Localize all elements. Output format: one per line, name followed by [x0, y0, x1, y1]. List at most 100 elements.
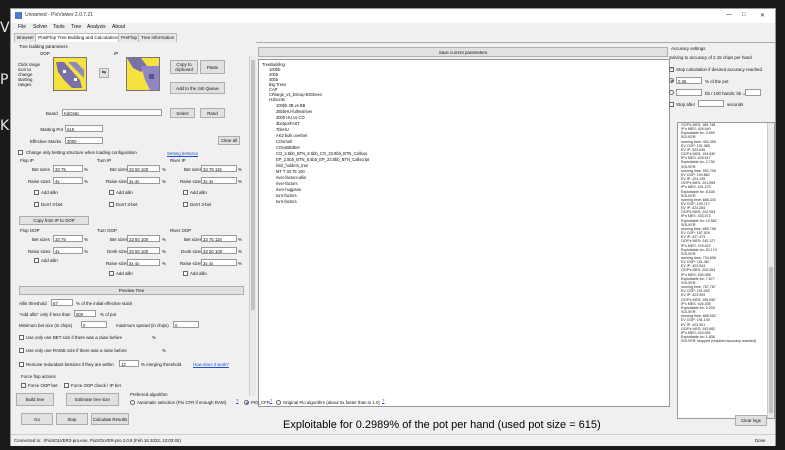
menu-analysis[interactable]: Analysis — [87, 24, 106, 30]
use-only-one-raise-checkbox[interactable] — [19, 348, 24, 353]
tree-item[interactable]: limit_holdem_tree — [276, 163, 308, 168]
bb100-input[interactable] — [676, 89, 702, 96]
close-icon[interactable]: ✕ — [760, 12, 765, 19]
turn-ip-bet-input[interactable]: 33 50 100 — [127, 165, 160, 172]
river-oop-bet-input[interactable]: 33 75 115 — [201, 235, 237, 242]
board-input[interactable]: KdQs6c — [62, 109, 162, 116]
maximize-icon[interactable]: □ — [742, 12, 746, 18]
force-oop-bet-checkbox[interactable] — [21, 383, 26, 388]
add-allin-only-input[interactable]: 500 — [74, 310, 96, 317]
tree-item[interactable]: MT T 33 75 100 — [276, 169, 305, 174]
flop-oop-bet-input[interactable]: 33 75 — [53, 235, 83, 242]
allin-threshold-input[interactable]: 67 — [51, 299, 73, 306]
minimize-icon[interactable]: — — [726, 12, 732, 18]
river-oop-raise-input[interactable]: 3x 4x — [201, 259, 237, 266]
save-parameters-button[interactable]: Save current parameters — [258, 47, 668, 57]
help-icon[interactable]: ? — [236, 398, 238, 403]
tree-item[interactable]: 100bb 3B vs BB — [276, 103, 305, 108]
river-ip-raise-input[interactable]: 3x 4x — [201, 177, 237, 184]
river-ip-add-allin-checkbox[interactable] — [183, 190, 188, 195]
flop-ip-add-allin-checkbox[interactable] — [34, 190, 39, 195]
ip-range-matrix[interactable] — [126, 57, 160, 91]
estimate-tree-size-button[interactable]: Estimate tree size — [66, 393, 119, 406]
tree-item[interactable]: EP_2.5bb_BTN_8.5bb_EP_23.8bb_BTN_Callscr… — [276, 157, 369, 162]
force-oop-check-checkbox[interactable] — [64, 383, 69, 388]
tab-preflop[interactable]: PreFlop — [118, 33, 141, 42]
use-only-one-bet-checkbox[interactable] — [19, 335, 24, 340]
tree-item[interactable]: CO_2.5bb_BTN_8.5bb_CO_23.8bb_BTN_Callsoo — [276, 151, 367, 156]
turn-oop-donk-input[interactable]: 33 50 100 — [127, 247, 160, 254]
tab-tree-information[interactable]: Tree information — [138, 33, 178, 42]
log-scroll-thumb[interactable] — [769, 267, 773, 413]
flop-ip-dont-3bet-checkbox[interactable] — [34, 202, 39, 207]
turn-ip-dont-3bet-checkbox[interactable] — [109, 202, 114, 207]
pio-cfr-radio[interactable] — [244, 400, 249, 405]
menu-about[interactable]: About — [112, 24, 125, 30]
preview-tree-button[interactable]: Preview Tree — [19, 286, 244, 295]
tree-item[interactable]: 3betpotFAST — [276, 121, 300, 126]
turn-oop-raise-input[interactable]: 3x 4x — [127, 259, 160, 266]
oop-range-matrix[interactable] — [53, 57, 87, 91]
flop-oop-raise-input[interactable]: 4x — [53, 247, 83, 254]
clear-all-button[interactable]: Clear all — [218, 136, 240, 145]
tree-item[interactable]: AK2 bulk overbet — [276, 133, 307, 138]
menu-solver[interactable]: Solver — [33, 24, 47, 30]
tree-item[interactable]: 3000 HU vs CO — [276, 115, 305, 120]
river-oop-add-allin-checkbox[interactable] — [183, 271, 188, 276]
bb100-radio[interactable] — [669, 90, 674, 95]
menu-file[interactable]: File — [18, 24, 26, 30]
build-tree-button[interactable]: Build tree — [16, 393, 54, 406]
tree-item[interactable]: turn-factors — [276, 193, 297, 198]
how-does-it-work-link[interactable]: How does it work? — [193, 362, 229, 367]
setting-betsizes-link[interactable]: Setting betsizes — [167, 151, 198, 156]
help-icon[interactable]: ? — [382, 398, 384, 403]
flop-ip-bet-input[interactable]: 33 75 — [53, 165, 83, 172]
calculate-results-button[interactable]: Calculate Results — [91, 413, 129, 425]
clear-logs-button[interactable]: Clear logs — [735, 415, 767, 426]
redundant-input[interactable]: 12 — [119, 360, 139, 367]
flop-oop-add-allin-checkbox[interactable] — [34, 258, 39, 263]
left-panel-scrollbar[interactable] — [249, 56, 256, 396]
remove-redundant-checkbox[interactable] — [19, 362, 24, 367]
tree-item[interactable]: COsmall — [276, 139, 292, 144]
starting-pot-input[interactable]: 615 — [65, 125, 103, 132]
tree-item[interactable]: river-factors-allin — [276, 175, 306, 180]
left-panel-scroll-thumb[interactable] — [251, 60, 255, 310]
turn-oop-bet-input[interactable]: 33 50 100 — [127, 235, 160, 242]
copy-to-clipboard-button[interactable]: Copy to clipboard — [170, 60, 198, 74]
menu-tree[interactable]: Tree — [71, 24, 81, 30]
min-bet-size-input[interactable]: 0 — [81, 321, 107, 328]
go-button[interactable]: Go — [21, 413, 53, 425]
tree-item[interactable]: turn-factors — [276, 199, 297, 204]
original-pio-radio[interactable] — [276, 400, 281, 405]
copy-ip-to-oop-button[interactable]: Copy from IP to OOP — [19, 216, 89, 225]
turn-ip-raise-input[interactable]: 3x 4x — [127, 177, 160, 184]
menu-tools[interactable]: Tools — [53, 24, 65, 30]
stop-button[interactable]: Stop — [56, 413, 88, 425]
effective-stacks-input[interactable]: 3000 — [65, 137, 103, 144]
tree-item[interactable]: H1lsonts — [269, 97, 285, 102]
pct-of-pot-input[interactable]: 0.35 — [676, 77, 702, 84]
tree-item[interactable]: river-factors — [276, 181, 298, 186]
tree-item[interactable]: COvsBB3bet — [276, 145, 300, 150]
select-board-button[interactable]: Select — [170, 108, 195, 118]
max-spread-input[interactable]: 0 — [173, 321, 199, 328]
stop-after-checkbox[interactable] — [669, 102, 674, 107]
stop-after-seconds-input[interactable] — [698, 100, 724, 107]
log-scrollbar[interactable] — [767, 123, 774, 418]
tree-item[interactable]: river-hugpane — [276, 187, 301, 192]
paste-button[interactable]: Paste — [200, 60, 225, 74]
stop-when-reached-checkbox[interactable] — [669, 66, 674, 72]
tree-item[interactable]: 7bbHU — [276, 127, 289, 132]
turn-oop-add-allin-checkbox[interactable] — [109, 271, 114, 276]
river-ip-bet-input[interactable]: 33 75 115 — [201, 165, 237, 172]
river-ip-dont-3bet-checkbox[interactable] — [183, 202, 188, 207]
pct-of-pot-radio[interactable] — [669, 78, 674, 83]
change-only-checkbox[interactable] — [18, 150, 23, 155]
tab-browser[interactable]: Browser — [14, 33, 37, 42]
bb-size-input[interactable] — [745, 89, 761, 96]
random-board-button[interactable]: Rand — [200, 108, 225, 118]
turn-ip-add-allin-checkbox[interactable] — [109, 190, 114, 195]
swap-ranges-button[interactable]: ⇆ — [99, 68, 109, 78]
flop-ip-raise-input[interactable]: 4x — [53, 177, 83, 184]
